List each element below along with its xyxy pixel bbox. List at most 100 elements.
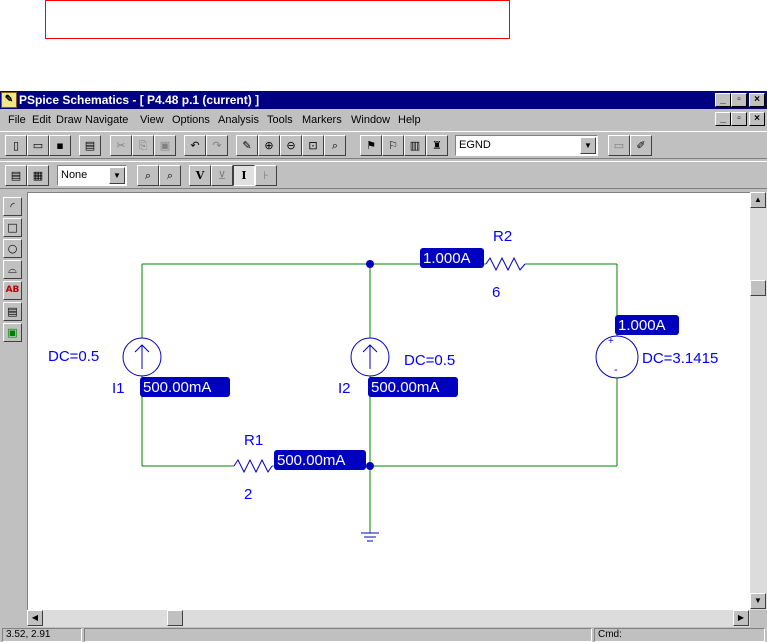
window-title: PSpice Schematics - [ P4.48 p.1 (current… [19, 93, 260, 107]
r1-value-label[interactable]: 2 [244, 486, 252, 503]
voltage-marker-button[interactable]: V [189, 165, 211, 186]
schematic-canvas[interactable]: + - R2 6 R1 2 DC=0.5 I1 DC=0.5 I2 DC=3.1… [27, 192, 750, 610]
cut-icon[interactable]: ✂ [110, 135, 132, 156]
get-part-icon[interactable]: ♜ [426, 135, 448, 156]
r2-name-label[interactable]: R2 [493, 228, 512, 245]
text-tool-icon[interactable]: AB [3, 281, 22, 300]
draw-tools-panel: ◜ □ ○ ⌓ AB ▤ ▣ [0, 192, 25, 612]
title-bar[interactable]: ✎ PSpice Schematics - [ P4.48 p.1 (curre… [0, 91, 767, 109]
v-value-label[interactable]: DC=3.1415 [642, 350, 718, 367]
voltage-source-plus: + [608, 336, 614, 347]
setup-analysis-icon[interactable]: ⚑ [360, 135, 382, 156]
vertical-scrollbar[interactable]: ▲ ▼ [750, 192, 767, 610]
current-badge-i2[interactable]: 500.00mA [368, 377, 458, 397]
voltage-diff-icon[interactable]: ⊻ [211, 165, 233, 186]
menu-bar: File Edit Draw Navigate View Options Ana… [0, 111, 767, 129]
arc-tool-icon[interactable]: ◜ [3, 197, 22, 216]
find-next-icon[interactable]: ⌕ [159, 165, 181, 186]
doc-close-button[interactable]: × [749, 112, 765, 126]
menu-analysis[interactable]: Analysis [218, 114, 259, 126]
command-line[interactable]: Cmd: [594, 628, 765, 642]
chevron-down-icon[interactable]: ▼ [109, 167, 125, 184]
menu-window[interactable]: Window [351, 114, 390, 126]
horizontal-scroll-thumb[interactable] [167, 610, 183, 626]
menu-tools[interactable]: Tools [267, 114, 293, 126]
paste-icon[interactable]: ▣ [154, 135, 176, 156]
doc-maximize-button[interactable]: ▫ [731, 112, 747, 126]
current-badge-v-text: 1.000A [618, 317, 666, 334]
edit-attributes-icon[interactable]: ▥ [404, 135, 426, 156]
part-name-combo[interactable]: EGND ▼ [455, 135, 598, 156]
picture-tool-icon[interactable]: ▣ [3, 323, 22, 342]
scroll-up-icon[interactable]: ▲ [750, 192, 766, 208]
current-badge-r1[interactable]: 500.00mA [274, 450, 366, 470]
horizontal-scrollbar[interactable]: ◀ ▶ [27, 610, 750, 627]
scroll-right-icon[interactable]: ▶ [733, 610, 749, 626]
open-icon[interactable]: ▭ [27, 135, 49, 156]
menu-options[interactable]: Options [172, 114, 210, 126]
junction-top[interactable] [366, 260, 374, 268]
current-badge-i1-text: 500.00mA [143, 379, 211, 396]
probe-icon[interactable]: ▦ [27, 165, 49, 186]
wires[interactable] [141, 263, 618, 533]
undo-icon[interactable]: ↶ [184, 135, 206, 156]
menu-navigate[interactable]: Navigate [85, 114, 128, 126]
menu-view[interactable]: View [140, 114, 164, 126]
current-badge-i1[interactable]: 500.00mA [140, 377, 230, 397]
simulate-icon[interactable]: ⚐ [382, 135, 404, 156]
part-name-value: EGND [459, 139, 491, 151]
zoom-fit-icon[interactable]: ⌕ [324, 135, 346, 156]
chevron-down-icon[interactable]: ▼ [580, 137, 596, 154]
zoom-out-icon[interactable]: ⊖ [280, 135, 302, 156]
resistor-r2-symbol[interactable] [485, 256, 526, 272]
i2-name-label[interactable]: I2 [338, 380, 351, 397]
menu-help[interactable]: Help [398, 114, 421, 126]
scroll-left-icon[interactable]: ◀ [27, 610, 43, 626]
new-icon[interactable]: ▯ [5, 135, 27, 156]
schematic-drawing[interactable]: + - R2 6 R1 2 DC=0.5 I1 DC=0.5 I2 DC=3.1… [28, 193, 750, 610]
redo-icon[interactable]: ↷ [206, 135, 228, 156]
schematic-app-icon[interactable]: ✎ [1, 92, 17, 108]
resistor-r1-symbol[interactable] [233, 458, 273, 474]
maximize-button[interactable]: ▫ [731, 93, 747, 107]
cursor-coordinates: 3.52, 2.91 [2, 628, 82, 642]
symbol-icon[interactable]: ▭ [608, 135, 630, 156]
i1-name-label[interactable]: I1 [112, 380, 125, 397]
current-badge-r2-text: 1.000A [423, 250, 471, 267]
current-marker-button[interactable]: I [233, 165, 255, 186]
menu-markers[interactable]: Markers [302, 114, 342, 126]
menu-draw[interactable]: Draw [56, 114, 82, 126]
print-icon[interactable]: ▤ [79, 135, 101, 156]
current-badge-r1-text: 500.00mA [277, 452, 345, 469]
status-message [84, 628, 592, 642]
save-icon[interactable]: ▪ [49, 135, 71, 156]
window-icon[interactable]: ▤ [5, 165, 27, 186]
zoom-area-icon[interactable]: ⊡ [302, 135, 324, 156]
minimize-button[interactable]: _ [715, 93, 731, 107]
polyline-tool-icon[interactable]: ⌓ [3, 260, 22, 279]
draw-wire-icon[interactable]: ✎ [236, 135, 258, 156]
junction-bottom[interactable] [366, 462, 374, 470]
vertical-scroll-thumb[interactable] [750, 280, 766, 296]
components[interactable] [122, 256, 639, 542]
r2-value-label[interactable]: 6 [492, 284, 500, 301]
i1-value-label[interactable]: DC=0.5 [48, 348, 99, 365]
menu-edit[interactable]: Edit [32, 114, 51, 126]
close-button[interactable]: × [749, 93, 765, 107]
r1-name-label[interactable]: R1 [244, 432, 263, 449]
current-badge-v[interactable]: 1.000A [615, 315, 679, 335]
zoom-in-icon[interactable]: ⊕ [258, 135, 280, 156]
find-icon[interactable]: ⌕ [137, 165, 159, 186]
power-marker-icon[interactable]: ⊦ [255, 165, 277, 186]
current-badge-r2[interactable]: 1.000A [420, 248, 484, 268]
menu-file[interactable]: File [8, 114, 26, 126]
copy-icon[interactable]: ⎘ [132, 135, 154, 156]
circle-tool-icon[interactable]: ○ [3, 239, 22, 258]
i2-value-label[interactable]: DC=0.5 [404, 352, 455, 369]
text-box-tool-icon[interactable]: ▤ [3, 302, 22, 321]
display-combo[interactable]: None ▼ [57, 165, 127, 186]
doc-minimize-button[interactable]: _ [715, 112, 731, 126]
edit-symbol-icon[interactable]: ✐ [630, 135, 652, 156]
box-tool-icon[interactable]: □ [3, 218, 22, 237]
scroll-down-icon[interactable]: ▼ [750, 593, 766, 609]
